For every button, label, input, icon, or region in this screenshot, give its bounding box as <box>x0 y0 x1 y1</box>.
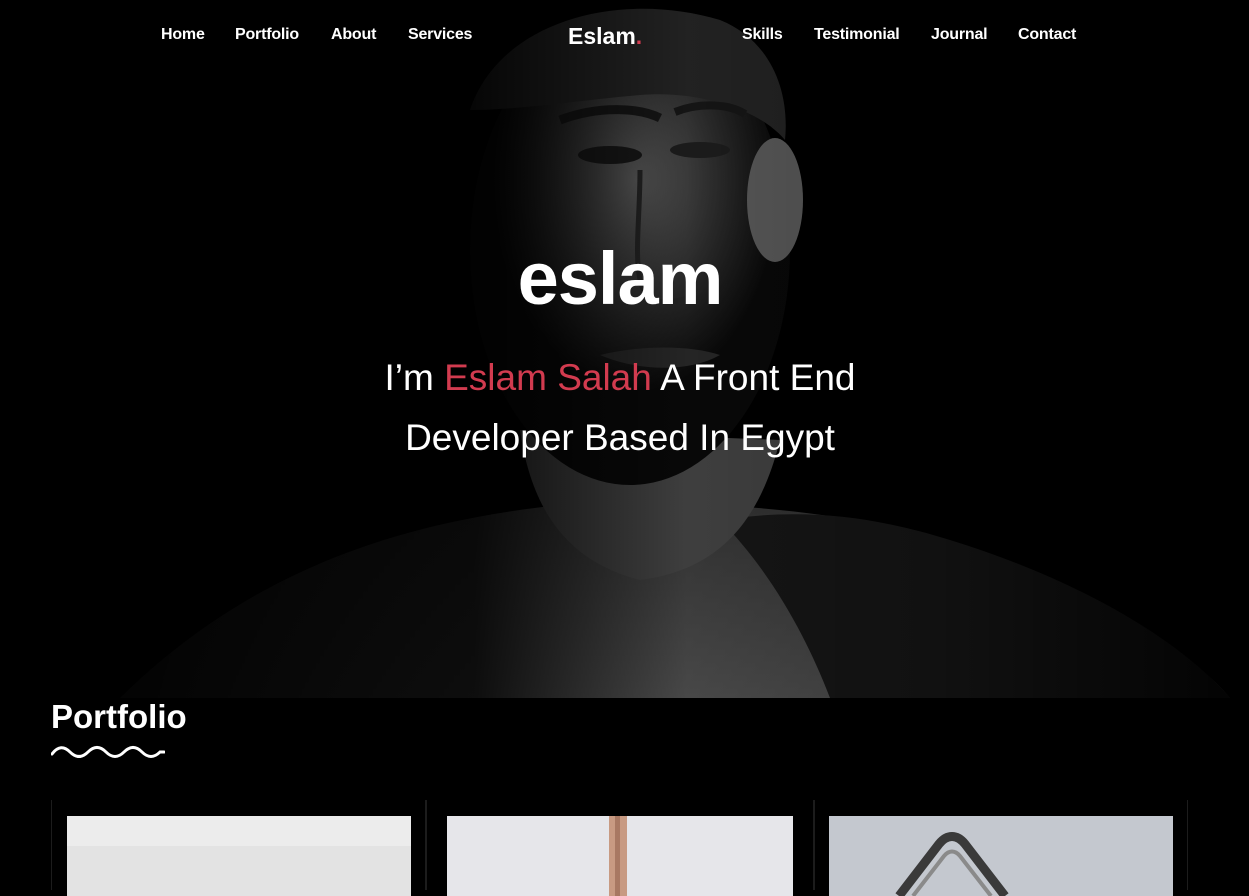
portfolio-card-2[interactable] <box>426 800 814 896</box>
portfolio-card-1[interactable] <box>51 800 426 896</box>
nav-link-services[interactable]: Services <box>408 26 472 44</box>
nav-link-journal[interactable]: Journal <box>931 26 988 44</box>
portfolio-image-1 <box>67 816 411 896</box>
brand-dot: . <box>635 23 643 49</box>
portfolio-section-title: Portfolio <box>51 698 187 735</box>
hero-section: Home Portfolio About Services Eslam. Ski… <box>0 0 1249 698</box>
brand-logo[interactable]: Eslam. <box>568 23 642 50</box>
hero-title: eslam <box>517 237 724 320</box>
nav-link-home[interactable]: Home <box>161 26 205 44</box>
main-navigation: Home Portfolio About Services Eslam. Ski… <box>0 23 1249 50</box>
hero-subtitle-line1-end: A Front End <box>651 357 856 398</box>
section-title-wave-underline <box>51 746 165 758</box>
portfolio-image-3 <box>829 816 1173 896</box>
nav-link-about[interactable]: About <box>331 26 376 44</box>
portfolio-image-2 <box>447 816 793 896</box>
hero-subtitle-name: Eslam Salah <box>444 357 652 398</box>
hero-subtitle: I’m Eslam Salah A Front End Developer Ba… <box>0 348 1240 468</box>
hero-subtitle-line2: Developer Based In Egypt <box>405 417 835 458</box>
nav-link-contact[interactable]: Contact <box>1018 26 1076 44</box>
hero-subtitle-prefix: I’m <box>384 357 445 398</box>
nav-link-skills[interactable]: Skills <box>742 26 783 44</box>
nav-link-testimonial[interactable]: Testimonial <box>814 26 900 44</box>
portfolio-card-3[interactable] <box>814 800 1188 896</box>
nav-link-portfolio[interactable]: Portfolio <box>235 26 299 44</box>
brand-name: Eslam <box>568 23 636 49</box>
